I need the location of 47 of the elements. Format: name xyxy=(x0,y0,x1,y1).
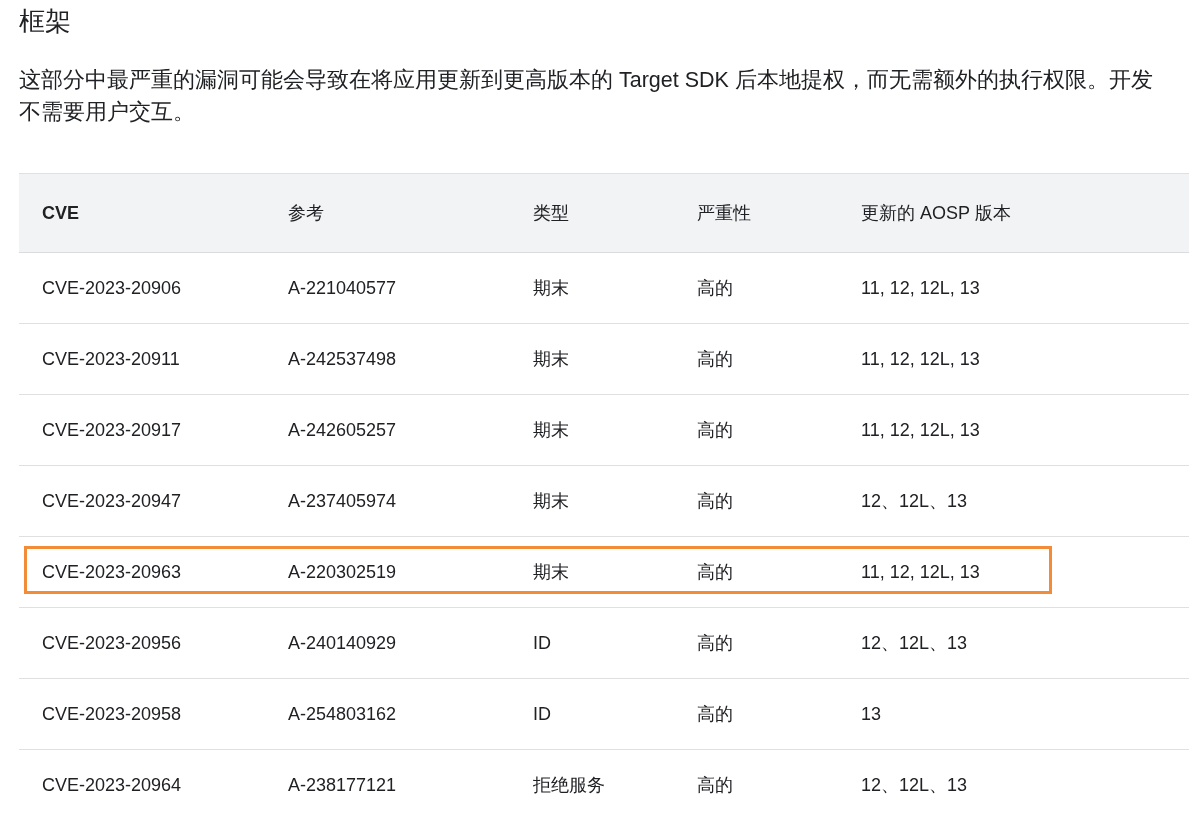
table-cell-text: 高的 xyxy=(696,703,733,726)
table-cell-text: 高的 xyxy=(696,490,733,513)
table-cell-text: 高的 xyxy=(696,632,733,655)
table-cell-text: 11, 12, 12L, 13 xyxy=(860,348,980,370)
table-cell-text: 高的 xyxy=(696,348,733,371)
table-cell-text: 11, 12, 12L, 13 xyxy=(860,419,980,441)
table-cell-text: CVE-2023-20963 xyxy=(41,561,182,583)
table-cell-text: 11, 12, 12L, 13 xyxy=(860,277,980,299)
table-cell-text: ID xyxy=(532,703,551,725)
table-cell-text: CVE-2023-20964 xyxy=(41,774,182,796)
column-header: 严重性 xyxy=(696,202,751,225)
table-cell-text: 11, 12, 12L, 13 xyxy=(860,561,980,583)
table-cell-text: 高的 xyxy=(696,419,733,442)
table-cell-text: 12、12L、13 xyxy=(860,632,968,655)
table-cell-text: A-237405974 xyxy=(287,490,397,512)
table-cell-text: CVE-2023-20911 xyxy=(41,348,180,370)
column-header: CVE xyxy=(41,202,79,224)
table-cell-text: 高的 xyxy=(696,561,733,584)
column-header: 更新的 AOSP 版本 xyxy=(860,202,1011,225)
table-cell-text: 期末 xyxy=(532,490,569,513)
table-cell-text: CVE-2023-20917 xyxy=(41,419,182,441)
table-cell-text: A-242605257 xyxy=(287,419,397,441)
table-cell-text: 高的 xyxy=(696,774,733,797)
table-cell-text: CVE-2023-20956 xyxy=(41,632,182,654)
section-heading: 框架 xyxy=(19,5,71,38)
description-paragraph: 这部分中最严重的漏洞可能会导致在将应用更新到更高版本的 Target SDK 后本地提权，而无需额外的执行权限。开发不需要用户交互。 xyxy=(19,67,1154,126)
table-cell-text: A-221040577 xyxy=(287,277,397,299)
table-cell-text: A-242537498 xyxy=(287,348,397,370)
table-cell-text: A-240140929 xyxy=(287,632,397,654)
table-cell-text: A-238177121 xyxy=(287,774,397,796)
table-cell-text: CVE-2023-20906 xyxy=(41,277,182,299)
table-cell-text: ID xyxy=(532,632,551,654)
table-cell-text: 13 xyxy=(860,703,882,725)
table-cell-text: 高的 xyxy=(696,277,733,300)
table-cell-text: A-254803162 xyxy=(287,703,397,725)
table-cell-text: 12、12L、13 xyxy=(860,490,968,513)
table-cell-text: A-220302519 xyxy=(287,561,397,583)
table-cell-text: CVE-2023-20958 xyxy=(41,703,182,725)
table-cell-text: 期末 xyxy=(532,277,569,300)
column-header: 类型 xyxy=(532,202,569,225)
table-cell-text: 期末 xyxy=(532,348,569,371)
table-cell-text: 拒绝服务 xyxy=(532,774,605,797)
column-header: 参考 xyxy=(287,202,324,225)
table-cell-text: 12、12L、13 xyxy=(860,774,968,797)
table-cell-text: CVE-2023-20947 xyxy=(41,490,182,512)
table-cell-text: 期末 xyxy=(532,561,569,584)
table-cell-text: 期末 xyxy=(532,419,569,442)
